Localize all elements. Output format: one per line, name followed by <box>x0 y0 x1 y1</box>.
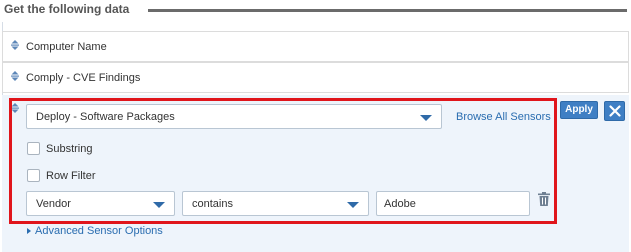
caret-right-icon <box>27 228 31 235</box>
section-divider <box>148 9 627 12</box>
sensor-label: Computer Name <box>26 41 107 53</box>
close-icon <box>609 105 621 117</box>
drag-handle-icon[interactable] <box>10 71 20 81</box>
highlight-box <box>9 98 557 224</box>
apply-button[interactable]: Apply <box>560 101 598 119</box>
advanced-options-label: Advanced Sensor Options <box>35 225 163 237</box>
advanced-sensor-options-link[interactable]: Advanced Sensor Options <box>27 225 163 237</box>
close-button[interactable] <box>604 101 625 121</box>
drag-handle-icon[interactable] <box>10 40 20 50</box>
section-title: Get the following data <box>4 2 130 16</box>
sensor-label: Comply - CVE Findings <box>26 72 141 84</box>
sensor-row-comply-cve[interactable]: Comply - CVE Findings <box>2 62 629 93</box>
sensor-row-computer-name[interactable]: Computer Name <box>2 31 629 62</box>
